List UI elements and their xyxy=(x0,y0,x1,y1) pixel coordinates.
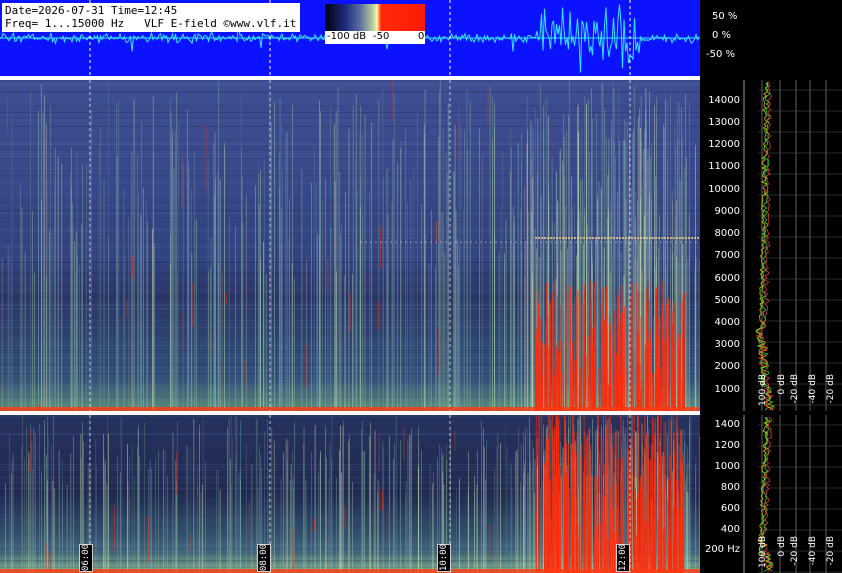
level-tick-lower: 100 dB xyxy=(758,536,768,568)
freq-tick: 1000 xyxy=(714,461,740,472)
waveform-panel: Date=2026-07-31 Time=12:45 Freq= 1...1500… xyxy=(0,0,700,76)
color-scale-max-label: 0 xyxy=(418,31,425,42)
color-scale-gradient xyxy=(325,4,425,31)
time-label: 08:00 xyxy=(257,544,271,572)
amplitude-label-0: 0 % xyxy=(712,30,732,41)
freq-tick: 3000 xyxy=(714,339,740,350)
freq-tick: 13000 xyxy=(708,117,740,128)
level-tick-upper: -20 dB xyxy=(790,374,800,404)
freq-tick: 12000 xyxy=(708,139,740,150)
spectrogram-lower xyxy=(0,415,700,573)
time-label: 10:00 xyxy=(437,544,451,572)
freq-tick: 2000 xyxy=(714,361,740,372)
freq-tick: 8000 xyxy=(714,228,740,239)
freq-tick: 400 xyxy=(720,524,740,535)
freq-tick: 4000 xyxy=(714,317,740,328)
time-label: 12:00 xyxy=(616,544,630,572)
freq-tick: 200 Hz xyxy=(704,544,740,555)
freq-tick: 5000 xyxy=(714,295,740,306)
freq-tick: 800 xyxy=(720,482,740,493)
color-scale-mid-label: -50 xyxy=(373,31,390,42)
amplitude-label-minus50: -50 % xyxy=(706,49,736,60)
spectrogram-upper xyxy=(0,80,700,411)
freq-tick: 1400 xyxy=(714,419,740,430)
freq-tick: 6000 xyxy=(714,273,740,284)
freq-tick: 10000 xyxy=(708,184,740,195)
level-tick-upper: 100 dB xyxy=(758,374,768,406)
level-tick-lower: 0 dB xyxy=(777,536,787,557)
freq-tick: 600 xyxy=(720,503,740,514)
level-tick-upper: -20 dB xyxy=(826,374,836,404)
date-time-line: Date=2026-07-31 Time=12:45 xyxy=(5,4,178,17)
freq-tick: 11000 xyxy=(708,161,740,172)
level-tick-lower: -20 dB xyxy=(790,536,800,566)
level-tick-upper: -40 dB xyxy=(808,374,818,404)
freq-tick: 14000 xyxy=(708,95,740,106)
level-tick-lower: -40 dB xyxy=(808,536,818,566)
freq-tick: 1000 xyxy=(714,384,740,395)
freq-tick: 7000 xyxy=(714,250,740,261)
level-tick-upper: 0 dB xyxy=(777,374,787,395)
recording-info: Date=2026-07-31 Time=12:45 Freq= 1...1500… xyxy=(2,3,301,32)
color-scale-min-label: -100 dB xyxy=(327,31,367,42)
freq-tick: 9000 xyxy=(714,206,740,217)
level-tick-lower: -20 dB xyxy=(826,536,836,566)
frequency-line: Freq= 1...15000 Hz VLF E-field ©www.vlf.… xyxy=(5,17,297,30)
color-scale-legend: -100 dB -50 0 xyxy=(325,4,425,44)
freq-tick: 1200 xyxy=(714,440,740,451)
time-label: 06:00 xyxy=(79,544,93,572)
amplitude-label-50: 50 % xyxy=(712,11,738,22)
